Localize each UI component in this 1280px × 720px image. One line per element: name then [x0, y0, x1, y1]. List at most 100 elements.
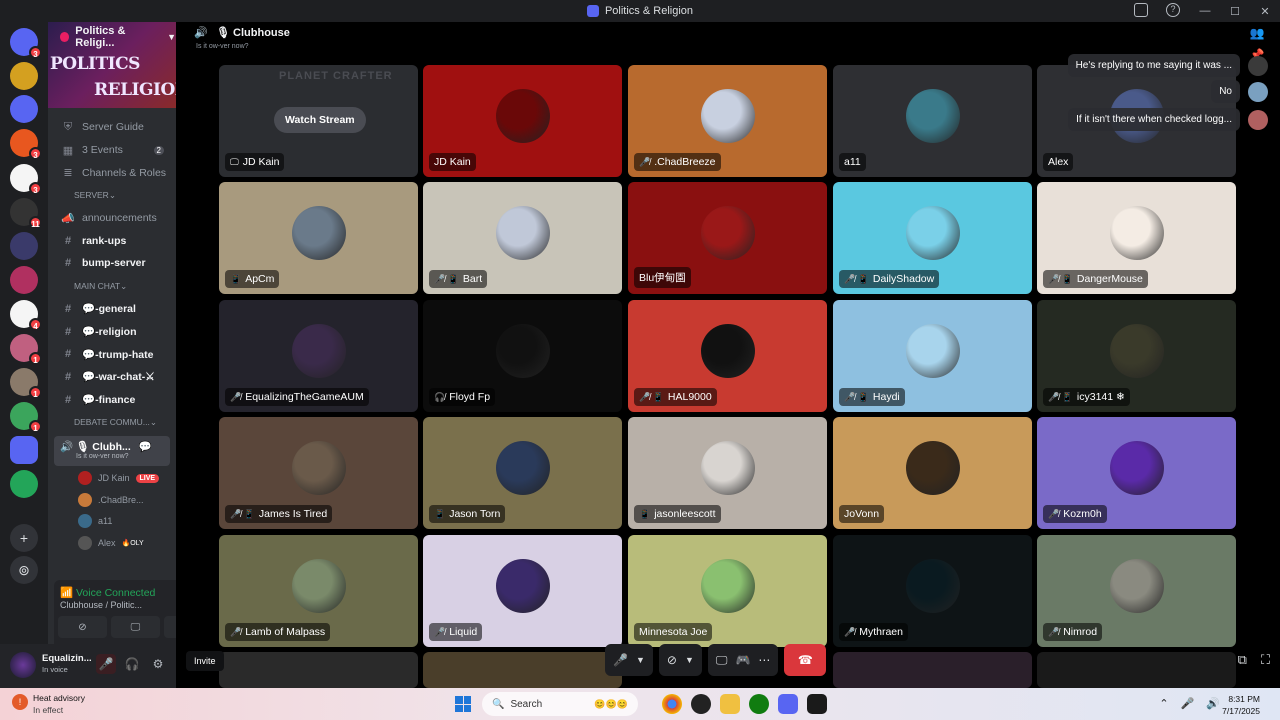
activity-icon[interactable]: 🎮: [735, 653, 750, 667]
participant-tile[interactable]: 📱 jasonleescott: [628, 417, 827, 529]
participant-tile[interactable]: 🎤̸ EqualizingTheGameAUM: [219, 300, 418, 412]
camera-off-button[interactable]: ⊘: [58, 616, 107, 638]
avatar[interactable]: [10, 652, 36, 678]
participant-tile-partial[interactable]: [1037, 652, 1236, 688]
server-icon-1[interactable]: [10, 62, 38, 90]
participant-tile[interactable]: a11: [833, 65, 1032, 177]
server-icon-9[interactable]: 1: [10, 334, 42, 365]
server-icon-6[interactable]: [10, 232, 38, 260]
participant-tile[interactable]: Minnesota Joe: [628, 535, 827, 647]
screen-share-icon[interactable]: 🖵: [716, 653, 728, 668]
camera-off-icon[interactable]: ⊘: [667, 653, 677, 667]
participant-tile[interactable]: 🎧̸ Floyd Fp: [423, 300, 622, 412]
participant-tile[interactable]: JD Kain: [423, 65, 622, 177]
chat-bubble[interactable]: He's replying to me saying it was ...: [1067, 54, 1240, 77]
invite-tooltip[interactable]: Invite: [186, 651, 224, 671]
participant-tile[interactable]: 🎤̸ 📱 Bart: [423, 182, 622, 294]
voice-connected-label[interactable]: 📶 Voice Connected: [60, 586, 155, 599]
participant-tile[interactable]: 🎤̸ Kozm0h: [1037, 417, 1236, 529]
participant-tile[interactable]: 🎤̸ 📱 DangerMouse: [1037, 182, 1236, 294]
participant-tile[interactable]: 📱 ApCm: [219, 182, 418, 294]
channel-0[interactable]: 📣 announcements: [48, 207, 176, 230]
participant-tile[interactable]: Blu伊甸園: [628, 182, 827, 294]
channel-2[interactable]: # bump-server: [48, 252, 176, 275]
channel-main-2[interactable]: # 💬-trump-hate: [48, 343, 176, 366]
server-icon-0[interactable]: 3: [10, 28, 42, 59]
mute-mic-button[interactable]: 🎤: [96, 654, 116, 674]
participant-tile[interactable]: PLANET CRAFTER Watch Stream 🖵 JD Kain: [219, 65, 418, 177]
screen-share-button[interactable]: 🖵: [111, 616, 160, 638]
category-server[interactable]: SERVER ⌄: [48, 184, 176, 207]
menu-item-2[interactable]: ≣ Channels & Roles: [48, 161, 176, 184]
start-button[interactable]: [455, 696, 471, 712]
participant-tile-partial[interactable]: [219, 652, 418, 688]
help-icon[interactable]: ?: [1166, 3, 1180, 17]
participant-tile[interactable]: 🎤̸ 📱 DailyShadow: [833, 182, 1032, 294]
participant-tile[interactable]: 🎤̸ Liquid: [423, 535, 622, 647]
category-debate[interactable]: DEBATE COMMU... ⌄: [48, 411, 176, 434]
participant-tile-partial[interactable]: [423, 652, 622, 688]
voice-channel-clubhouse[interactable]: 🔊 🎙 Clubh... 💬 Is it ow-ver now?: [54, 435, 170, 466]
participant-tile-partial[interactable]: [833, 652, 1032, 688]
server-icon-11[interactable]: 1: [10, 402, 42, 433]
channel-main-3[interactable]: # 💬-war-chat-⚔: [48, 366, 176, 389]
voice-user[interactable]: a11: [48, 511, 176, 533]
category-main-chat[interactable]: MAIN CHAT ⌄: [48, 275, 176, 298]
popout-icon[interactable]: ⧉: [1238, 652, 1247, 668]
voice-user[interactable]: JD Kain LIVE: [48, 468, 176, 490]
server-icon-7[interactable]: [10, 266, 38, 294]
activity-button[interactable]: 🎮: [164, 616, 176, 638]
server-icon-10[interactable]: 1: [10, 368, 42, 399]
server-icon-2[interactable]: [10, 95, 38, 123]
chevron-down-icon[interactable]: ▼: [685, 655, 694, 665]
participant-tile[interactable]: JoVonn: [833, 417, 1032, 529]
chevron-down-icon[interactable]: ▼: [636, 655, 645, 665]
server-icon-12[interactable]: [10, 436, 38, 464]
menu-item-1[interactable]: ▦ 3 Events 2: [48, 139, 176, 162]
close-window-button[interactable]: ✕: [1250, 5, 1280, 18]
server-icon-13[interactable]: [10, 470, 38, 498]
chevron-up-icon[interactable]: ⌃: [1159, 697, 1168, 710]
channel-main-0[interactable]: # 💬-general: [48, 298, 176, 321]
add-server-icon[interactable]: +: [10, 524, 38, 552]
discover-icon[interactable]: ⊚: [10, 556, 38, 584]
microphone-icon[interactable]: 🎤: [1181, 697, 1195, 710]
chrome-icon[interactable]: [662, 694, 682, 714]
fullscreen-icon[interactable]: ⛶: [1261, 652, 1270, 668]
server-header[interactable]: Politics & Religi... ▼: [48, 22, 176, 52]
xbox-icon[interactable]: [749, 694, 769, 714]
participant-tile[interactable]: 🎤̸ Nimrod: [1037, 535, 1236, 647]
participant-tile[interactable]: 🎤̸ Lamb of Malpass: [219, 535, 418, 647]
search-box[interactable]: 🔍 Search 😊😊😊: [482, 692, 638, 716]
voice-user[interactable]: .ChadBre...: [48, 489, 176, 511]
volume-icon[interactable]: 🔊: [1206, 697, 1220, 710]
discord-icon[interactable]: [778, 694, 798, 714]
clock[interactable]: 8:31 PM 7/17/2025: [1222, 693, 1260, 717]
participant-tile[interactable]: 🎤̸ Mythraen: [833, 535, 1032, 647]
channel-main-4[interactable]: # 💬-finance: [48, 388, 176, 411]
channel-1[interactable]: # rank-ups: [48, 229, 176, 252]
server-icon-5[interactable]: 11: [10, 198, 42, 229]
watch-stream-button[interactable]: Watch Stream: [274, 107, 366, 133]
participant-tile[interactable]: 📱 Jason Torn: [423, 417, 622, 529]
camera-control[interactable]: ⊘ ▼: [658, 644, 702, 676]
more-options-icon[interactable]: ⋯: [758, 653, 770, 667]
voice-channel-path[interactable]: Clubhouse / Politic...: [60, 600, 142, 610]
voice-user[interactable]: Alex 🔥OLY: [48, 532, 176, 554]
minimize-button[interactable]: —: [1190, 5, 1220, 17]
chat-bubble[interactable]: No: [1211, 80, 1240, 103]
participant-tile[interactable]: 🎤̸ 📱 HAL9000: [628, 300, 827, 412]
headphones-button[interactable]: 🎧: [122, 654, 142, 674]
settings-gear-icon[interactable]: ⚙: [148, 654, 168, 674]
inbox-icon[interactable]: [1134, 3, 1148, 17]
menu-item-0[interactable]: ⛨ Server Guide: [48, 116, 176, 139]
maximize-button[interactable]: ☐: [1220, 5, 1250, 18]
obs-icon[interactable]: [691, 694, 711, 714]
participant-tile[interactable]: 🎤̸ .ChadBreeze: [628, 65, 827, 177]
chat-icon[interactable]: 💬: [139, 441, 152, 453]
disconnect-button[interactable]: ☎: [784, 644, 827, 676]
participant-tile[interactable]: 🎤̸ 📱 Haydi: [833, 300, 1032, 412]
mute-control[interactable]: 🎤 ▼: [605, 644, 653, 676]
mic-off-icon[interactable]: 🎤: [613, 653, 628, 667]
channel-main-1[interactable]: # 💬-religion: [48, 320, 176, 343]
